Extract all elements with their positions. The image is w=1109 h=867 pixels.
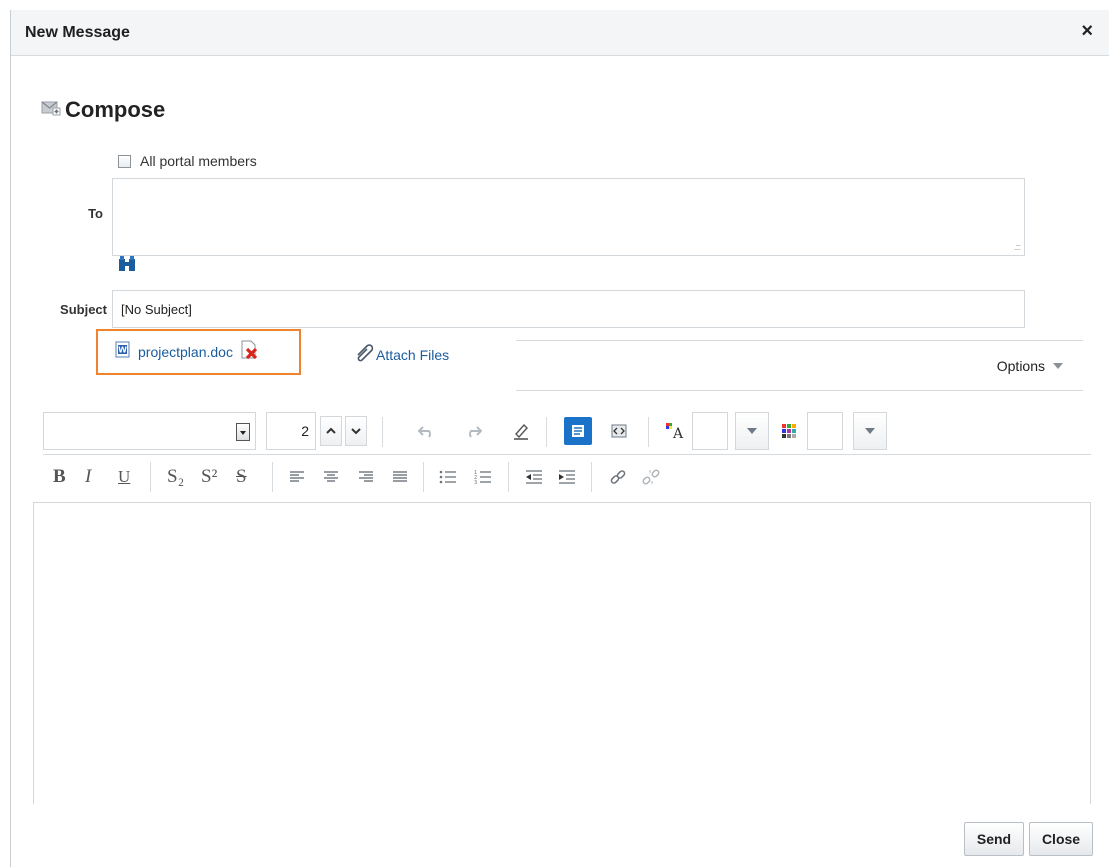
all-portal-members-checkbox[interactable]: All portal members: [118, 153, 257, 169]
compose-envelope-icon: [41, 100, 61, 121]
subject-input[interactable]: [No Subject]: [112, 290, 1025, 328]
checkbox-box[interactable]: [118, 154, 131, 168]
text-color-icon[interactable]: A: [665, 421, 685, 441]
size-down-icon[interactable]: [345, 416, 367, 446]
redo-icon[interactable]: [463, 421, 483, 441]
attachment-filename[interactable]: projectplan.doc: [138, 344, 233, 360]
source-mode-icon[interactable]: [609, 421, 629, 441]
compose-title: Compose: [65, 97, 166, 122]
rich-text-mode-icon[interactable]: [564, 417, 592, 445]
close-icon[interactable]: ×: [1081, 21, 1093, 41]
bold-icon[interactable]: B: [53, 466, 66, 488]
font-dropdown-icon[interactable]: [236, 423, 250, 441]
svg-text:A: A: [672, 426, 684, 440]
dialog-titlebar: New Message ×: [11, 10, 1109, 56]
align-center-icon[interactable]: [321, 468, 341, 486]
binoculars-icon[interactable]: [118, 256, 136, 277]
chevron-down-icon[interactable]: [853, 412, 887, 450]
options-panel: Options: [516, 340, 1083, 391]
unlink-icon[interactable]: [641, 468, 661, 486]
message-body-editor[interactable]: [33, 502, 1091, 804]
word-doc-icon: W: [115, 341, 131, 363]
outdent-icon[interactable]: [524, 468, 544, 486]
resize-grip-icon[interactable]: .:::: [1014, 242, 1021, 252]
background-color-icon[interactable]: [779, 421, 799, 441]
chevron-down-icon: [1053, 363, 1063, 369]
italic-icon[interactable]: I: [85, 466, 91, 488]
svg-text:W: W: [118, 346, 127, 355]
strikethrough-icon[interactable]: S: [236, 466, 247, 488]
attach-files-link[interactable]: Attach Files: [354, 344, 449, 365]
font-family-select[interactable]: [43, 412, 256, 450]
text-color-swatch[interactable]: [692, 412, 728, 450]
to-label: To: [88, 206, 103, 221]
link-icon[interactable]: [608, 468, 628, 486]
editor-toolbar-row-1: 2 A: [43, 409, 1091, 455]
clear-format-icon[interactable]: [511, 421, 531, 441]
send-button[interactable]: Send: [964, 822, 1024, 856]
subject-label: Subject: [60, 302, 107, 317]
underline-icon[interactable]: U: [118, 467, 130, 487]
close-button[interactable]: Close: [1029, 822, 1093, 856]
attach-files-label: Attach Files: [376, 346, 450, 363]
all-portal-members-label: All portal members: [140, 153, 257, 169]
to-field[interactable]: .:::: [112, 178, 1025, 256]
superscript-icon[interactable]: S²: [201, 466, 217, 488]
chevron-down-icon[interactable]: [735, 412, 769, 450]
paperclip-icon: [354, 344, 376, 365]
undo-icon[interactable]: [417, 421, 437, 441]
compose-header: Compose: [41, 97, 165, 123]
subscript-icon[interactable]: S₂: [167, 466, 184, 488]
editor-toolbar-row-2: B I U S₂ S² S 123: [43, 456, 1091, 500]
svg-text:3: 3: [474, 480, 477, 484]
background-color-swatch[interactable]: [807, 412, 843, 450]
delete-file-icon[interactable]: [239, 340, 259, 365]
indent-icon[interactable]: [557, 468, 577, 486]
numbered-list-icon[interactable]: 123: [473, 468, 493, 486]
align-left-icon[interactable]: [287, 468, 307, 486]
bullet-list-icon[interactable]: [438, 468, 458, 486]
attachment-item: W projectplan.doc: [96, 329, 301, 375]
options-label: Options: [996, 358, 1045, 374]
size-up-icon[interactable]: [320, 416, 342, 446]
font-size-input[interactable]: 2: [266, 412, 316, 450]
dialog-title: New Message: [25, 24, 130, 41]
align-right-icon[interactable]: [356, 468, 376, 486]
justify-icon[interactable]: [390, 468, 410, 486]
options-toggle[interactable]: Options: [997, 358, 1063, 374]
new-message-dialog: New Message × Compose All portal members…: [10, 10, 1109, 867]
